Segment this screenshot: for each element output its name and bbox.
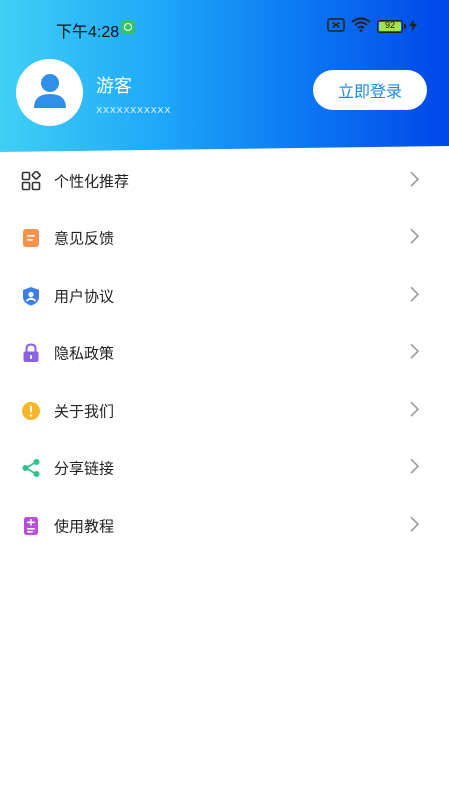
menu-item-about-us[interactable]: 关于我们 bbox=[0, 382, 449, 440]
chevron-right-icon bbox=[407, 400, 421, 418]
menu-item-label: 个性化推荐 bbox=[54, 172, 130, 191]
chevron-right-icon bbox=[407, 457, 421, 475]
battery-icon: 92 bbox=[377, 19, 406, 33]
chevron-right-icon bbox=[407, 342, 421, 360]
app-notification-icon bbox=[121, 20, 135, 34]
menu-item-label: 分享链接 bbox=[54, 459, 115, 478]
menu-item-tutorial[interactable]: 使用教程 bbox=[0, 497, 449, 555]
share-icon bbox=[20, 457, 42, 479]
chevron-right-icon bbox=[407, 515, 421, 533]
status-time: 下午4:28 bbox=[56, 24, 120, 41]
user-avatar-icon bbox=[33, 73, 67, 113]
sim-icon bbox=[327, 17, 345, 36]
battery-level: 92 bbox=[384, 19, 395, 30]
settings-menu: 个性化推荐 意见反馈 用户协议 隐私政策 关于我们 分享链接 使用教程 bbox=[0, 152, 449, 555]
menu-item-label: 意见反馈 bbox=[54, 229, 115, 248]
chevron-right-icon bbox=[407, 227, 421, 245]
menu-item-label: 关于我们 bbox=[54, 402, 115, 421]
feedback-icon bbox=[20, 227, 42, 249]
menu-item-user-agreement[interactable]: 用户协议 bbox=[0, 267, 449, 325]
status-bar: 下午4:28 92 bbox=[0, 0, 449, 56]
menu-item-label: 使用教程 bbox=[54, 517, 115, 536]
menu-item-personalized-recommendation[interactable]: 个性化推荐 bbox=[0, 152, 449, 210]
charging-icon bbox=[409, 17, 417, 36]
info-icon bbox=[20, 400, 42, 422]
login-button[interactable]: 立即登录 bbox=[313, 70, 427, 110]
tutorial-icon bbox=[20, 515, 42, 537]
lock-icon bbox=[20, 342, 42, 364]
user-shield-icon bbox=[20, 285, 42, 307]
menu-item-share-link[interactable]: 分享链接 bbox=[0, 440, 449, 498]
chevron-right-icon bbox=[407, 285, 421, 303]
avatar[interactable] bbox=[16, 59, 83, 126]
chevron-right-icon bbox=[407, 170, 421, 188]
menu-item-label: 隐私政策 bbox=[54, 344, 115, 363]
menu-item-privacy-policy[interactable]: 隐私政策 bbox=[0, 325, 449, 383]
status-indicators: 92 bbox=[327, 17, 417, 36]
username: 游客 bbox=[96, 76, 132, 97]
menu-item-feedback[interactable]: 意见反馈 bbox=[0, 210, 449, 268]
grid-icon bbox=[20, 170, 42, 192]
account-id: xxxxxxxxxxx bbox=[96, 103, 171, 116]
wifi-icon bbox=[351, 17, 371, 36]
menu-item-label: 用户协议 bbox=[54, 287, 115, 306]
